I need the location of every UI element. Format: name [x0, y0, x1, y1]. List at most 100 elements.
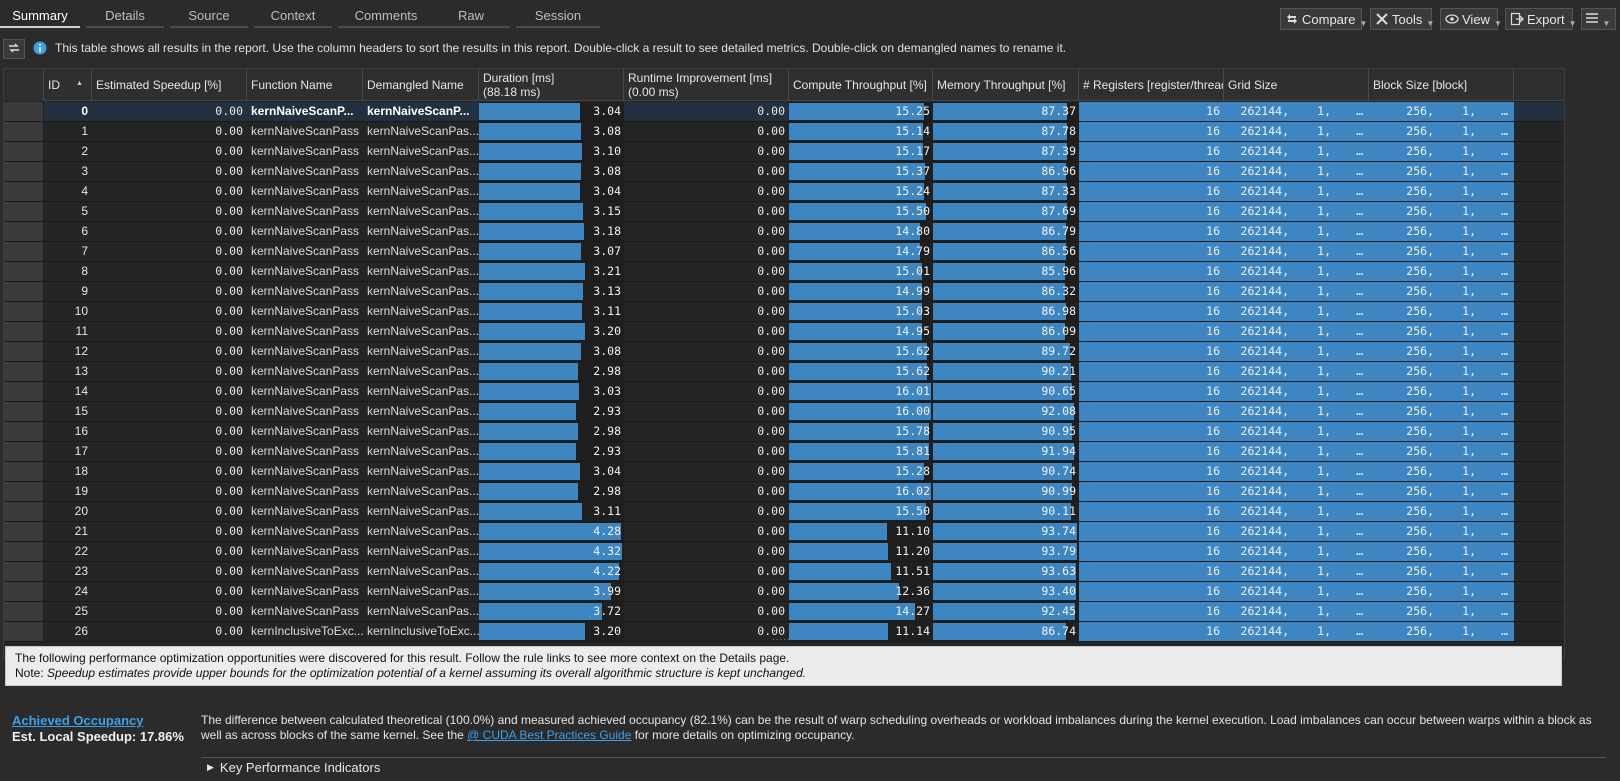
cell-block-size-component: 1, — [1462, 124, 1476, 138]
table-row[interactable]: 2 0.00 kernNaiveScanPass kernNaiveScanPas..… — [4, 142, 1564, 162]
view-button[interactable]: View ▼ — [1440, 8, 1502, 30]
table-row[interactable]: 0 0.00 kernNaiveScanP... kernNaiveScanP... 3… — [4, 102, 1564, 122]
cell-block-size-component: … — [1501, 324, 1508, 338]
table-row[interactable]: 21 0.00 kernNaiveScanPass kernNaiveScanPas.… — [4, 522, 1564, 542]
panel-splitter[interactable]: ..... — [772, 632, 791, 643]
column-header-block-size[interactable]: Block Size [block] — [1369, 69, 1514, 101]
tab-source[interactable]: Source — [170, 4, 248, 28]
cell-block-size-component: 1, — [1462, 624, 1476, 638]
compare-icon — [1285, 11, 1299, 27]
est-local-speedup: Est. Local Speedup: 17.86% — [12, 729, 184, 744]
row-header — [4, 582, 44, 601]
cell-compute-throughput: 11.20 — [789, 542, 933, 561]
tab-comments[interactable]: Comments — [338, 4, 434, 28]
cell-grid-size-component: 262144, — [1240, 244, 1289, 258]
table-row[interactable]: 6 0.00 kernNaiveScanPass kernNaiveScanPas..… — [4, 222, 1564, 242]
table-row[interactable]: 4 0.00 kernNaiveScanPass kernNaiveScanPas..… — [4, 182, 1564, 202]
cell-duration: 3.08 — [479, 162, 624, 181]
table-row[interactable]: 20 0.00 kernNaiveScanPass kernNaiveScanPas.… — [4, 502, 1564, 522]
cell-grid-size-component: 262144, — [1240, 484, 1289, 498]
cell-registers: 16 — [1079, 122, 1224, 141]
tab-summary[interactable]: Summary — [0, 4, 80, 28]
table-row[interactable]: 9 0.00 kernNaiveScanPass kernNaiveScanPas..… — [4, 282, 1564, 302]
cell-grid-size-component: 1, — [1317, 364, 1331, 378]
cell-grid-size: 262144, 1,… — [1224, 422, 1369, 441]
table-row[interactable]: 12 0.00 kernNaiveScanPass kernNaiveScanPas.… — [4, 342, 1564, 362]
table-row[interactable]: 18 0.00 kernNaiveScanPass kernNaiveScanPas.… — [4, 462, 1564, 482]
column-header-label: Runtime Improvement [ms] — [628, 71, 773, 85]
column-header-grid-size[interactable]: Grid Size — [1224, 69, 1369, 101]
cell-grid-size-component: 262144, — [1240, 104, 1289, 118]
table-row[interactable]: 1 0.00 kernNaiveScanPass kernNaiveScanPas..… — [4, 122, 1564, 142]
cell-grid-size-component: 1, — [1317, 464, 1331, 478]
table-row[interactable]: 22 0.00 kernNaiveScanPass kernNaiveScanPas.… — [4, 542, 1564, 562]
column-header-memory-throughput[interactable]: Memory Throughput [%] — [933, 69, 1079, 101]
cell-memory-throughput-value: 86.56 — [1041, 244, 1076, 258]
cell-function-name: kernNaiveScanP... — [251, 104, 354, 118]
table-row[interactable]: 23 0.00 kernNaiveScanPass kernNaiveScanPas.… — [4, 562, 1564, 582]
cell-block-size-component: … — [1501, 224, 1508, 238]
refresh-button[interactable] — [3, 39, 25, 59]
cell-runtime-improvement: 0.00 — [757, 124, 785, 138]
column-header-runtime-improvement[interactable]: Runtime Improvement [ms] (0.00 ms) — [624, 69, 789, 101]
row-header — [4, 362, 44, 381]
table-row[interactable]: 11 0.00 kernNaiveScanPass kernNaiveScanPas.… — [4, 322, 1564, 342]
eye-icon — [1445, 11, 1459, 27]
tab-context[interactable]: Context — [254, 4, 332, 28]
key-performance-indicators-section[interactable]: ▶ Key Performance Indicators — [201, 757, 1606, 777]
table-row[interactable]: 5 0.00 kernNaiveScanPass kernNaiveScanPas..… — [4, 202, 1564, 222]
cell-grid-size-component: … — [1356, 584, 1363, 598]
cell-duration-value: 3.04 — [593, 104, 621, 118]
table-row[interactable]: 24 0.00 kernNaiveScanPass kernNaiveScanPas.… — [4, 582, 1564, 602]
cell-compute-throughput-value: 15.17 — [895, 144, 930, 158]
table-row[interactable]: 25 0.00 kernNaiveScanPass kernNaiveScanPas.… — [4, 602, 1564, 622]
table-row[interactable]: 19 0.00 kernNaiveScanPass kernNaiveScanPas.… — [4, 482, 1564, 502]
column-header-duration[interactable]: Duration [ms] (88.18 ms) — [479, 69, 624, 101]
table-row[interactable]: 15 0.00 kernNaiveScanPass kernNaiveScanPas.… — [4, 402, 1564, 422]
cell-duration-value: 3.13 — [593, 284, 621, 298]
table-row[interactable]: 10 0.00 kernNaiveScanPass kernNaiveScanPas.… — [4, 302, 1564, 322]
column-header-registers[interactable]: # Registers [register/thread] — [1079, 69, 1224, 101]
column-header-id[interactable]: ID — [44, 69, 92, 101]
tools-button[interactable]: Tools ▼ — [1370, 8, 1434, 30]
cell-compute-throughput-value: 15.62 — [895, 344, 930, 358]
cell-duration-bar — [479, 123, 581, 140]
cell-demangled-name: kernNaiveScanPas... — [367, 164, 479, 178]
cell-duration: 3.20 — [479, 622, 624, 641]
cell-grid-size-component: 262144, — [1240, 524, 1289, 538]
tools-icon — [1375, 11, 1389, 27]
column-header-compute-throughput[interactable]: Compute Throughput [%] — [789, 69, 933, 101]
table-row[interactable]: 13 0.00 kernNaiveScanPass kernNaiveScanPas.… — [4, 362, 1564, 382]
cell-duration: 4.22 — [479, 562, 624, 581]
table-row[interactable]: 16 0.00 kernNaiveScanPass kernNaiveScanPas.… — [4, 422, 1564, 442]
cell-memory-throughput-value: 87.39 — [1041, 144, 1076, 158]
cell-grid-size-component: 1, — [1317, 484, 1331, 498]
table-row[interactable]: 17 0.00 kernNaiveScanPass kernNaiveScanPas.… — [4, 442, 1564, 462]
cuda-best-practices-link[interactable]: @ CUDA Best Practices Guide — [467, 728, 631, 742]
column-header-estimated-speedup[interactable]: Estimated Speedup [%] — [92, 69, 247, 101]
table-row[interactable]: 3 0.00 kernNaiveScanPass kernNaiveScanPas..… — [4, 162, 1564, 182]
tab-details[interactable]: Details — [86, 4, 164, 28]
table-row[interactable]: 7 0.00 kernNaiveScanPass kernNaiveScanPas..… — [4, 242, 1564, 262]
cell-estimated-speedup: 0.00 — [215, 504, 243, 518]
cell-duration: 3.10 — [479, 142, 624, 161]
cell-demangled-name: kernNaiveScanPas... — [367, 124, 479, 138]
cell-grid-size-component: 1, — [1317, 144, 1331, 158]
column-header-demangled-name[interactable]: Demangled Name — [363, 69, 479, 101]
cell-registers-value: 16 — [1206, 464, 1220, 478]
column-header-function-name[interactable]: Function Name — [247, 69, 363, 101]
tab-raw[interactable]: Raw — [432, 4, 510, 28]
cell-memory-throughput-value: 86.32 — [1041, 284, 1076, 298]
menu-button[interactable]: ▼ — [1581, 8, 1616, 30]
cell-grid-size-component: 1, — [1317, 604, 1331, 618]
achieved-occupancy-link[interactable]: Achieved Occupancy — [12, 713, 144, 728]
compare-button[interactable]: Compare ▼ — [1280, 8, 1367, 30]
cell-runtime-improvement: 0.00 — [757, 224, 785, 238]
export-button[interactable]: Export ▼ — [1505, 8, 1577, 30]
cell-duration-value: 3.10 — [593, 144, 621, 158]
cell-block-size: 256, 1,… — [1369, 602, 1514, 621]
table-row[interactable]: 8 0.00 kernNaiveScanPass kernNaiveScanPas..… — [4, 262, 1564, 282]
tab-session[interactable]: Session — [516, 4, 600, 28]
table-row[interactable]: 14 0.00 kernNaiveScanPass kernNaiveScanPas.… — [4, 382, 1564, 402]
cell-block-size: 256, 1,… — [1369, 522, 1514, 541]
